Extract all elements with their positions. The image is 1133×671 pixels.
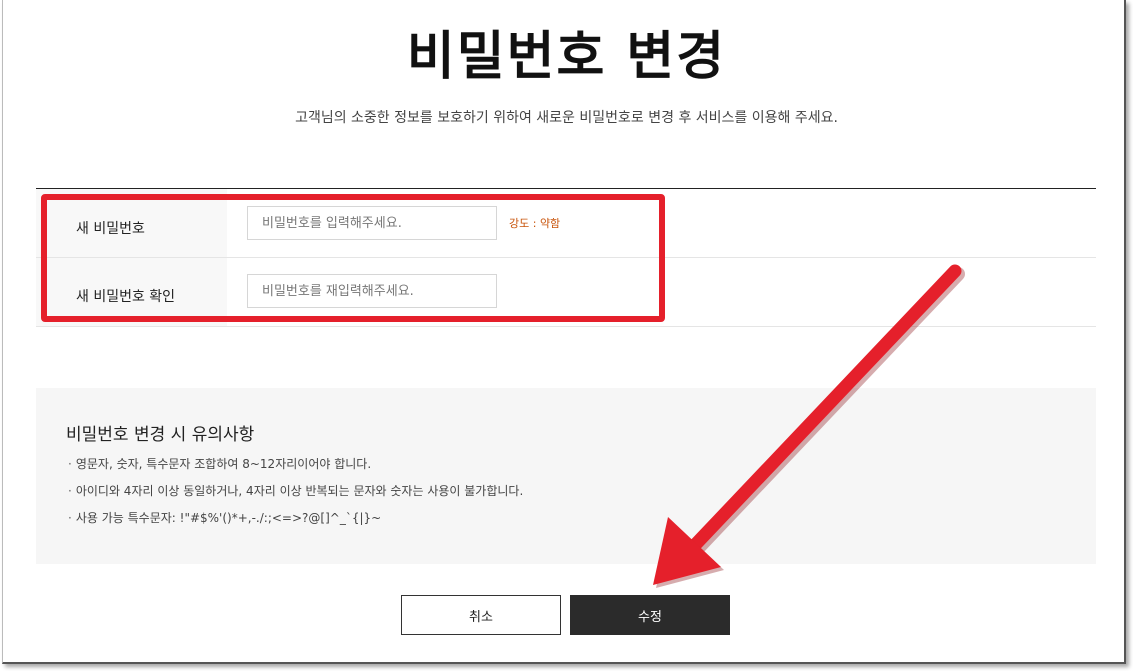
notice-item: · 사용 가능 특수문자: !"#$%'()*+,-./:;<=>?@[]^_`{… [68,511,382,525]
page-description: 고객님의 소중한 정보를 보호하기 위하여 새로운 비밀번호로 변경 후 서비스… [295,110,838,126]
notice-item: · 영문자, 숫자, 특수문자 조합하여 8~12자리이어야 합니다. [68,457,372,471]
notice-item: · 아이디와 4자리 이상 동일하거나, 4자리 이상 반복되는 문자와 숫자는 … [68,484,524,498]
notice-panel: 비밀번호 변경 시 유의사항 · 영문자, 숫자, 특수문자 조합하여 8~12자… [36,388,1096,564]
bullet-icon: · [68,511,72,525]
cancel-button[interactable]: 취소 [401,595,561,635]
notice-title: 비밀번호 변경 시 유의사항 [66,425,255,445]
window-frame [2,0,1126,664]
bullet-icon: · [68,457,72,471]
bullet-icon: · [68,484,72,498]
page-title: 비밀번호 변경 [406,27,727,87]
notice-list: · 영문자, 숫자, 특수문자 조합하여 8~12자리이어야 합니다. · 아이디와… [68,455,523,536]
annotation-highlight-box [41,194,665,322]
submit-button[interactable]: 수정 [570,595,730,635]
